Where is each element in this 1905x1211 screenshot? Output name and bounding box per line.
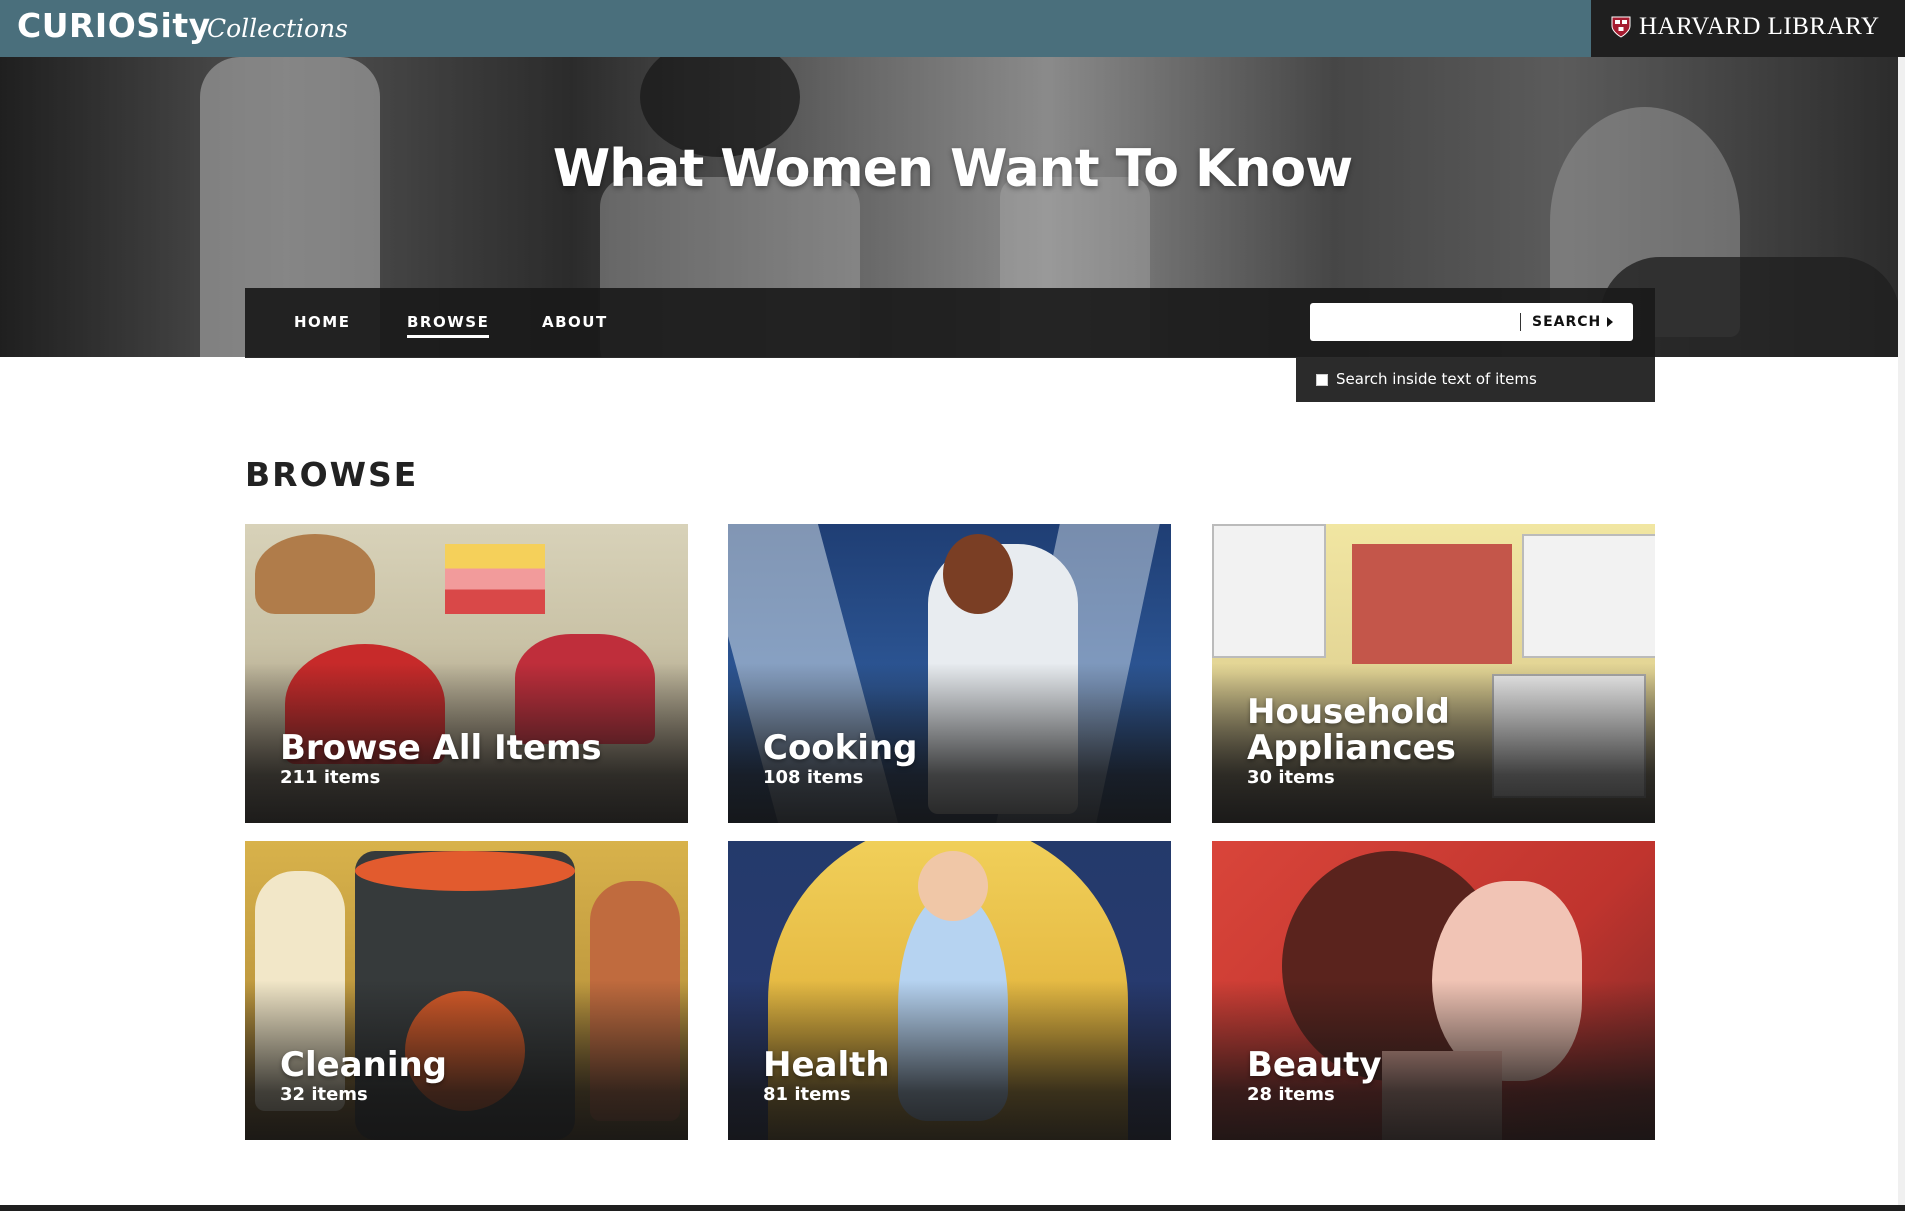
card-illustration [1522,534,1655,658]
card-count: 81 items [763,1084,851,1105]
site-logo[interactable]: CURIOSity [17,6,211,45]
card-count: 28 items [1247,1084,1335,1105]
card-illustration [1352,544,1512,664]
nav-about[interactable]: ABOUT [542,313,608,331]
shield-icon [1611,16,1631,38]
category-card-cleaning[interactable]: Cleaning 32 items [245,841,688,1140]
card-count: 108 items [763,767,864,788]
category-card-beauty[interactable]: Beauty 28 items [1212,841,1655,1140]
harvard-library-link[interactable]: HARVARD LIBRARY [1591,0,1905,57]
harvard-library-label: HARVARD LIBRARY [1639,13,1880,40]
card-title: Household Appliances [1247,692,1456,768]
hero-title: What Women Want To Know [552,139,1353,199]
category-grid: Browse All Items 211 items Cooking 108 i… [245,524,1655,1140]
site-subtitle[interactable]: Collections [207,14,348,43]
card-illustration [1212,524,1326,658]
search-button-label: SEARCH [1532,314,1602,330]
section-title: BROWSE [245,455,419,494]
card-illustration [445,544,545,614]
card-count: 30 items [1247,767,1335,788]
card-title: Browse All Items [280,728,602,768]
card-title: Cooking [763,728,918,768]
nav-home[interactable]: HOME [294,313,350,331]
search-divider [1520,313,1521,331]
card-title: Beauty [1247,1045,1382,1085]
checkbox-icon[interactable] [1316,374,1328,386]
card-title: Cleaning [280,1045,448,1085]
search-options: Search inside text of items [1296,358,1655,402]
card-illustration [355,851,575,891]
card-title: Health [763,1045,890,1085]
card-illustration [918,851,988,921]
category-card-household-appliances[interactable]: Household Appliances 30 items [1212,524,1655,823]
card-illustration [255,534,375,614]
search-input[interactable] [1318,308,1522,338]
play-arrow-icon [1607,317,1614,327]
top-bar: CURIOSity Collections HARVARD LIBRARY [0,0,1905,57]
search-box: SEARCH [1310,303,1633,341]
scrollbar[interactable] [1898,57,1905,1211]
nav-browse[interactable]: BROWSE [407,313,490,338]
search-button[interactable]: SEARCH [1532,314,1614,330]
footer-edge [0,1205,1905,1211]
category-card-cooking[interactable]: Cooking 108 items [728,524,1171,823]
card-count: 32 items [280,1084,368,1105]
card-illustration [943,534,1013,614]
card-count: 211 items [280,767,381,788]
category-card-browse-all[interactable]: Browse All Items 211 items [245,524,688,823]
main-nav: HOME BROWSE ABOUT SEARCH [245,288,1655,358]
category-card-health[interactable]: Health 81 items [728,841,1171,1140]
search-inside-text-label[interactable]: Search inside text of items [1336,370,1537,388]
